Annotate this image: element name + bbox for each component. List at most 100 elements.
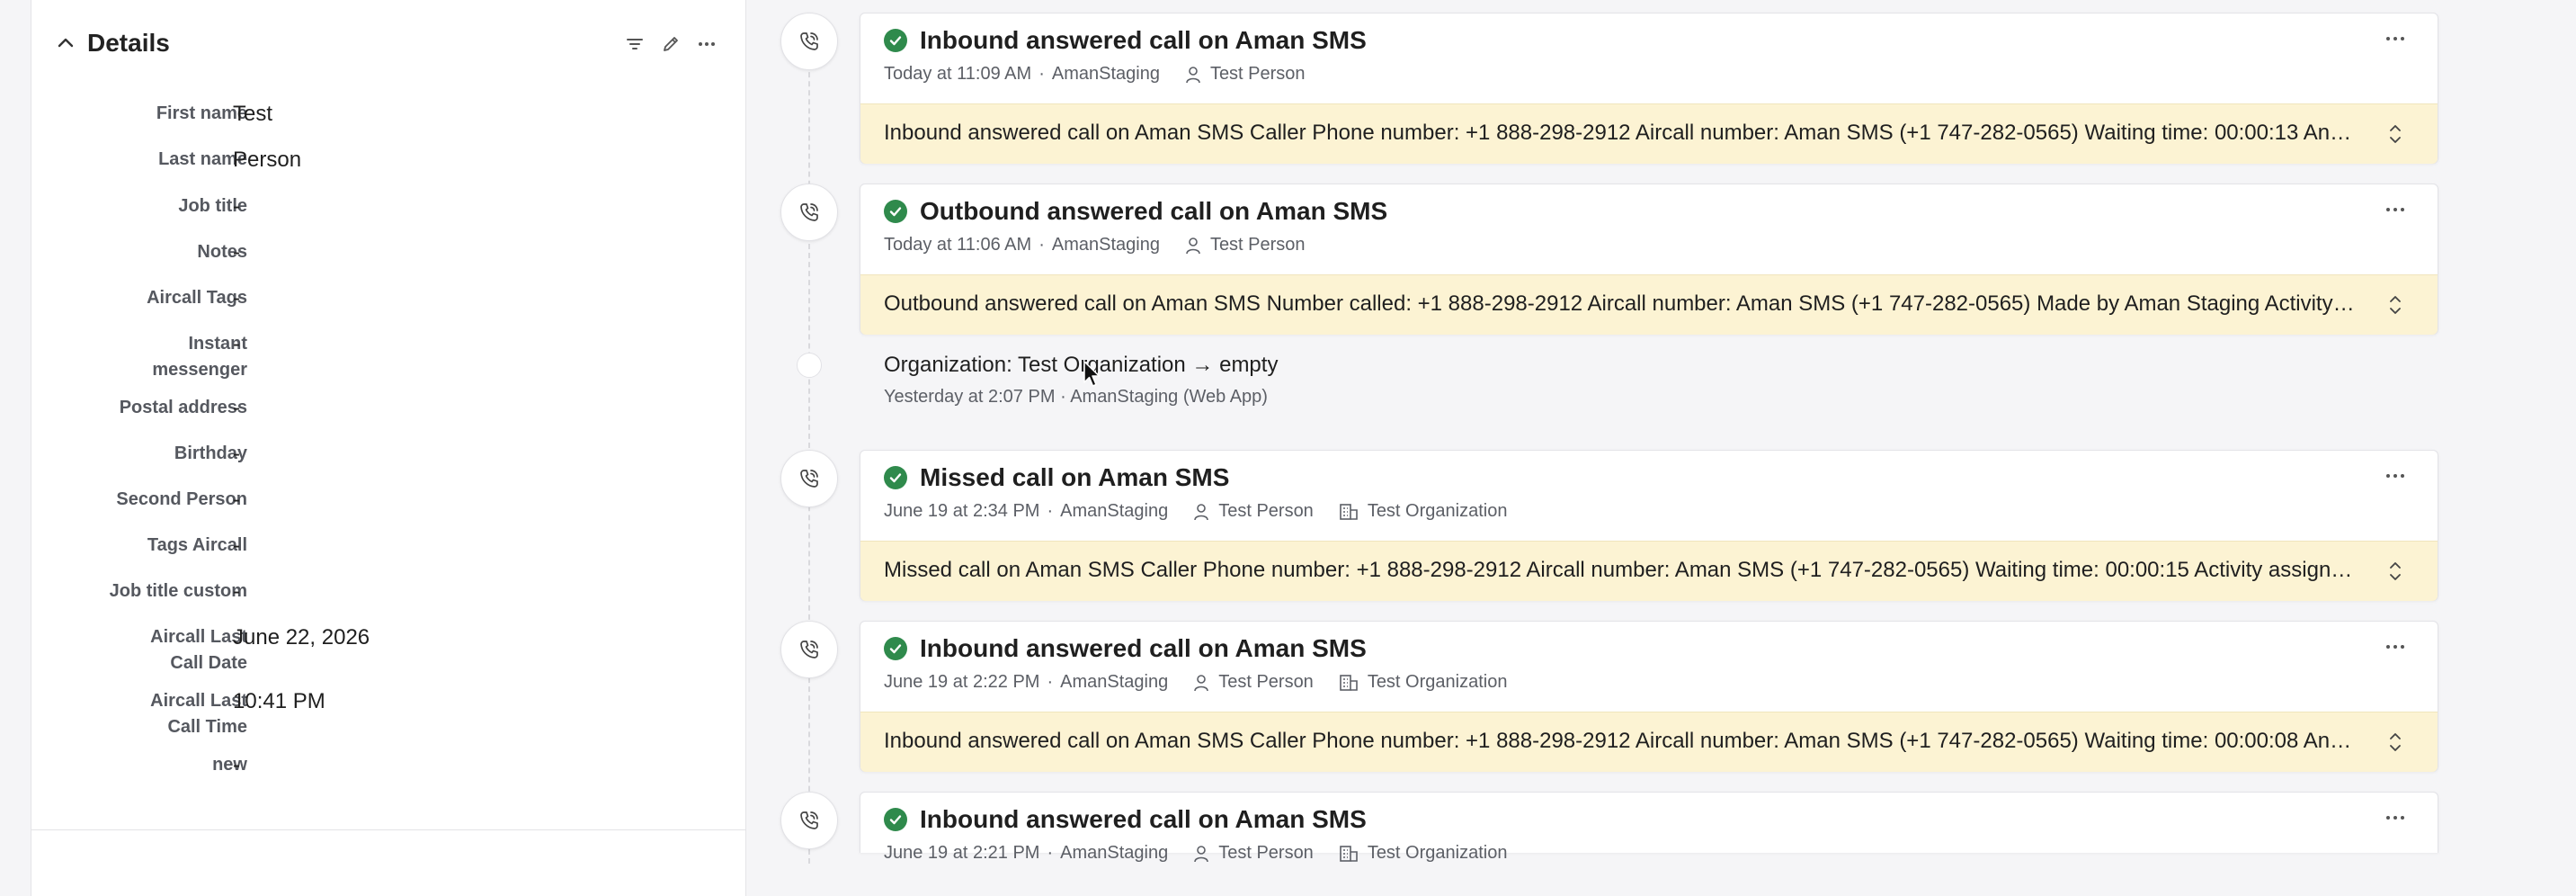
linked-organization[interactable]: Test Organization: [1339, 501, 1507, 522]
field-value[interactable]: -: [233, 285, 240, 311]
linked-person[interactable]: Test Person: [1193, 843, 1314, 864]
check-circle-icon[interactable]: [884, 200, 907, 223]
card-title: Inbound answered call on Aman SMS: [884, 805, 1367, 834]
expand-vertical-icon[interactable]: [2384, 558, 2407, 585]
field-label: Aircall Last Call Time: [150, 691, 247, 737]
field-label: Aircall Last Call Date: [150, 627, 247, 673]
linked-person-name: Test Person: [1218, 843, 1314, 863]
details-header: Details: [53, 27, 170, 59]
field-value[interactable]: -: [233, 533, 240, 559]
mouse-cursor-icon: [1083, 360, 1102, 393]
activity-note[interactable]: Inbound answered call on Aman SMS Caller…: [860, 712, 2438, 772]
pencil-icon[interactable]: [659, 32, 682, 56]
expand-vertical-icon[interactable]: [2384, 121, 2407, 148]
details-panel: Details First name Test Last name Person…: [31, 0, 746, 896]
meta-separator: ·: [1047, 843, 1054, 863]
phone-call-icon: [780, 184, 838, 241]
person-icon: [1194, 845, 1209, 862]
activity-author: AmanStaging: [1060, 501, 1169, 521]
activity-card[interactable]: Outbound answered call on Aman SMS Today…: [860, 184, 2438, 335]
activity-meta: June 19 at 2:22 PM · AmanStaging Test Pe…: [884, 672, 1507, 693]
expand-vertical-icon[interactable]: [2384, 291, 2407, 318]
linked-person-name: Test Person: [1218, 672, 1314, 692]
filter-icon[interactable]: [623, 32, 646, 56]
field-value[interactable]: June 22, 2026: [233, 624, 370, 650]
phone-call-icon: [780, 621, 838, 678]
activity-card[interactable]: Inbound answered call on Aman SMS June 1…: [860, 792, 2438, 863]
field-value[interactable]: -: [233, 487, 240, 513]
change-meta: Yesterday at 2:07 PM · AmanStaging (Web …: [884, 387, 1278, 408]
field-value[interactable]: -: [233, 395, 240, 421]
more-horizontal-icon[interactable]: [695, 32, 718, 56]
more-horizontal-icon[interactable]: [2384, 202, 2407, 217]
field-value[interactable]: -: [233, 441, 240, 467]
field-label: Notes: [197, 242, 247, 262]
linked-person-name: Test Person: [1209, 235, 1306, 255]
activity-note[interactable]: Outbound answered call on Aman SMS Numbe…: [860, 274, 2438, 335]
field-label: Birthday: [174, 444, 247, 463]
activity-card[interactable]: Inbound answered call on Aman SMS June 1…: [860, 621, 2438, 772]
activity-title[interactable]: Outbound answered call on Aman SMS: [920, 197, 1387, 226]
activity-card[interactable]: Missed call on Aman SMS June 19 at 2:34 …: [860, 450, 2438, 601]
change-time: Yesterday at 2:07 PM: [884, 387, 1056, 407]
field-value[interactable]: -: [233, 193, 240, 220]
linked-person[interactable]: Test Person: [1193, 672, 1314, 693]
activity-meta: Today at 11:06 AM · AmanStaging Test Per…: [884, 235, 1306, 255]
field-value[interactable]: -: [233, 578, 240, 605]
linked-organization[interactable]: Test Organization: [1339, 672, 1507, 693]
activity-note[interactable]: Inbound answered call on Aman SMS Caller…: [860, 103, 2438, 164]
activity-card[interactable]: Inbound answered call on Aman SMS Today …: [860, 13, 2438, 164]
check-circle-icon[interactable]: [884, 808, 907, 831]
more-horizontal-icon[interactable]: [2384, 31, 2407, 46]
field-value[interactable]: 10:41 PM: [233, 688, 325, 714]
field-label: Instant messenger: [152, 334, 247, 380]
activity-meta: Today at 11:09 AM · AmanStaging Test Per…: [884, 64, 1306, 85]
linked-person[interactable]: Test Person: [1185, 235, 1306, 255]
phone-call-icon: [780, 13, 838, 70]
more-horizontal-icon[interactable]: [2384, 811, 2407, 825]
field-label: Tags Aircall: [147, 535, 247, 555]
activity-author: AmanStaging: [1060, 672, 1169, 692]
field-change-entry: Organization: Test Organization → empty …: [884, 353, 1278, 408]
linked-person[interactable]: Test Person: [1185, 64, 1306, 85]
field-value[interactable]: Test: [233, 101, 272, 127]
field-value[interactable]: -: [233, 331, 240, 357]
field-value[interactable]: Person: [233, 147, 301, 173]
more-horizontal-icon[interactable]: [2384, 640, 2407, 654]
activity-meta: June 19 at 2:21 PM · AmanStaging Test Pe…: [884, 843, 1507, 864]
card-title: Missed call on Aman SMS: [884, 463, 1229, 492]
expand-vertical-icon[interactable]: [2384, 729, 2407, 756]
note-text: Inbound answered call on Aman SMS Caller…: [884, 121, 2357, 145]
check-circle-icon[interactable]: [884, 29, 907, 52]
more-horizontal-icon[interactable]: [2384, 469, 2407, 483]
field-label: Job title custom: [109, 581, 247, 601]
building-icon: [1340, 503, 1358, 520]
field-value[interactable]: -: [233, 239, 240, 265]
activity-time: Today at 11:09 AM: [884, 64, 1032, 84]
linked-organization[interactable]: Test Organization: [1339, 843, 1508, 864]
meta-separator: ·: [1038, 64, 1045, 84]
activity-author: AmanStaging: [1060, 843, 1169, 863]
change-new-value: empty: [1219, 353, 1279, 377]
change-colon: :: [1006, 353, 1018, 377]
change-field: Organization: [884, 353, 1007, 377]
activity-title[interactable]: Inbound answered call on Aman SMS: [920, 634, 1367, 663]
chevron-up-icon[interactable]: [53, 31, 78, 56]
card-title: Outbound answered call on Aman SMS: [884, 197, 1387, 226]
activity-title[interactable]: Inbound answered call on Aman SMS: [920, 26, 1367, 55]
linked-person[interactable]: Test Person: [1193, 501, 1314, 522]
linked-organization-name: Test Organization: [1367, 843, 1508, 863]
field-value[interactable]: -: [233, 752, 240, 778]
check-circle-icon[interactable]: [884, 637, 907, 660]
person-icon: [1194, 674, 1209, 691]
activity-title[interactable]: Missed call on Aman SMS: [920, 463, 1229, 492]
activity-time: June 19 at 2:22 PM: [884, 672, 1040, 692]
activity-note[interactable]: Missed call on Aman SMS Caller Phone num…: [860, 541, 2438, 601]
details-title: Details: [87, 29, 170, 57]
change-description: Organization: Test Organization → empty: [884, 353, 1278, 378]
activity-author: AmanStaging: [1051, 64, 1160, 84]
phone-call-icon: [780, 792, 838, 849]
activity-title[interactable]: Inbound answered call on Aman SMS: [920, 805, 1367, 834]
check-circle-icon[interactable]: [884, 466, 907, 489]
activity-time: Today at 11:06 AM: [884, 235, 1032, 255]
